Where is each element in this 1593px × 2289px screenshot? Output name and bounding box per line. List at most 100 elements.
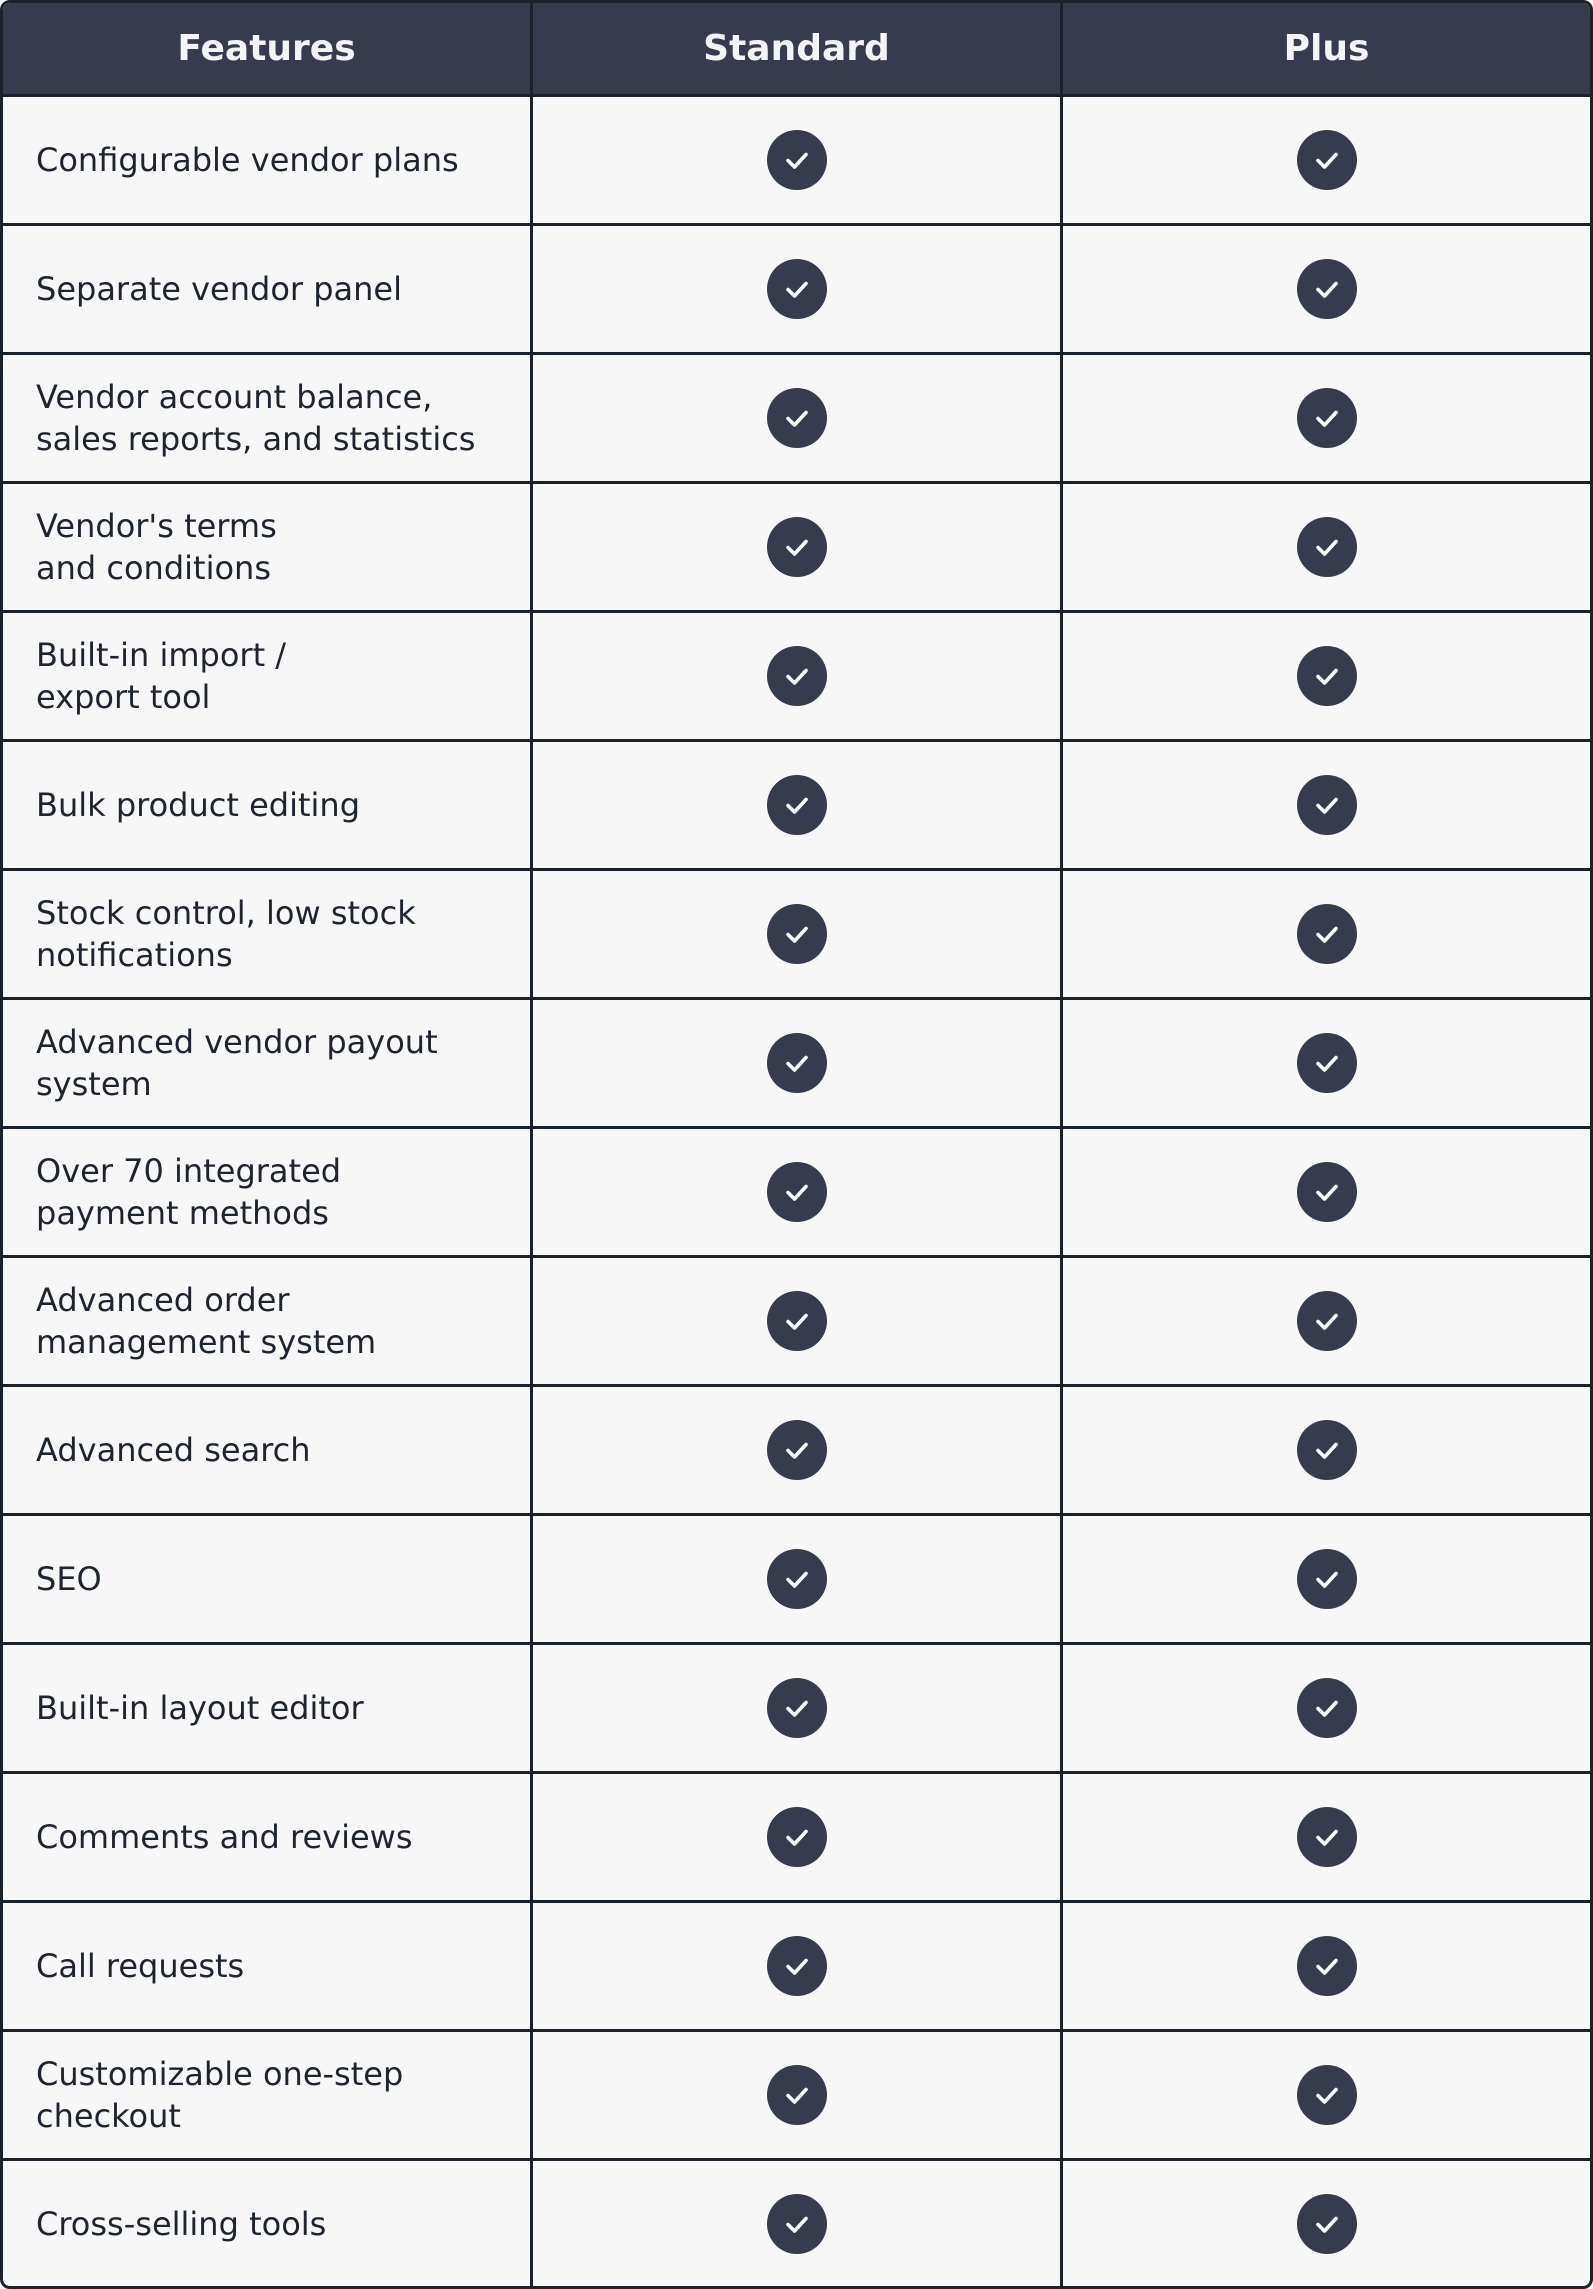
table-row: Built-in layout editor — [3, 1645, 1590, 1774]
table-row: Built-in import / export tool — [3, 613, 1590, 742]
check-circle-icon — [766, 1033, 827, 1093]
check-circle-icon — [1296, 1420, 1357, 1480]
feature-cell: Built-in layout editor — [3, 1645, 533, 1771]
check-circle-icon — [766, 1807, 827, 1867]
check-circle-icon — [766, 2065, 827, 2125]
standard-cell — [533, 1774, 1063, 1900]
header-features: Features — [3, 3, 533, 94]
plus-cell — [1063, 613, 1590, 739]
feature-cell: Over 70 integrated payment methods — [3, 1129, 533, 1255]
plus-cell — [1063, 1774, 1590, 1900]
check-circle-icon — [1296, 1033, 1357, 1093]
plus-cell — [1063, 871, 1590, 997]
plus-cell — [1063, 1129, 1590, 1255]
standard-cell — [533, 1516, 1063, 1642]
feature-label: Advanced search — [36, 1431, 311, 1469]
check-circle-icon — [1296, 1807, 1357, 1867]
check-circle-icon — [1296, 2065, 1357, 2125]
plus-cell — [1063, 484, 1590, 610]
standard-cell — [533, 355, 1063, 481]
table-row: Advanced order management system — [3, 1258, 1590, 1387]
check-circle-icon — [766, 388, 827, 448]
feature-cell: Vendor's terms and conditions — [3, 484, 533, 610]
table-row: Vendor's terms and conditions — [3, 484, 1590, 613]
table-row: Vendor account balance, sales reports, a… — [3, 355, 1590, 484]
feature-label: Comments and reviews — [36, 1818, 413, 1856]
check-circle-icon — [1296, 388, 1357, 448]
feature-cell: Vendor account balance, sales reports, a… — [3, 355, 533, 481]
table-row: Customizable one-step checkout — [3, 2032, 1590, 2161]
feature-label: Cross-selling tools — [36, 2205, 327, 2243]
check-circle-icon — [1296, 1936, 1357, 1996]
feature-label: Over 70 integrated payment methods — [36, 1152, 342, 1232]
check-circle-icon — [1296, 646, 1357, 706]
standard-cell — [533, 2032, 1063, 2158]
table-body: Configurable vendor plans Separate vendor… — [3, 97, 1590, 2286]
feature-cell: Bulk product editing — [3, 742, 533, 868]
standard-cell — [533, 871, 1063, 997]
header-plus: Plus — [1283, 28, 1370, 69]
check-circle-icon — [766, 517, 827, 577]
table-row: Separate vendor panel — [3, 226, 1590, 355]
check-circle-icon — [1296, 1162, 1357, 1222]
feature-label: Stock control, low stock notifications — [36, 894, 416, 974]
standard-cell — [533, 226, 1063, 352]
table-row: SEO — [3, 1516, 1590, 1645]
plus-cell — [1063, 355, 1590, 481]
feature-label: Built-in import / export tool — [36, 636, 287, 716]
check-circle-icon — [1296, 775, 1357, 835]
plus-cell — [1063, 1258, 1590, 1384]
feature-label: Bulk product editing — [36, 786, 360, 824]
check-circle-icon — [766, 130, 827, 190]
standard-cell — [533, 1258, 1063, 1384]
check-circle-icon — [1296, 2194, 1357, 2254]
check-circle-icon — [1296, 259, 1357, 319]
standard-cell — [533, 1903, 1063, 2029]
plus-cell — [1063, 1000, 1590, 1126]
plus-cell — [1063, 1645, 1590, 1771]
standard-cell — [533, 484, 1063, 610]
check-circle-icon — [766, 646, 827, 706]
plus-cell — [1063, 1516, 1590, 1642]
check-circle-icon — [766, 1678, 827, 1738]
check-circle-icon — [766, 2194, 827, 2254]
plus-cell — [1063, 2032, 1590, 2158]
check-circle-icon — [1296, 130, 1357, 190]
standard-cell — [533, 613, 1063, 739]
feature-cell: Customizable one-step checkout — [3, 2032, 533, 2158]
check-circle-icon — [1296, 1678, 1357, 1738]
table-row: Call requests — [3, 1903, 1590, 2032]
feature-comparison-table: Features Standard Plus Configurable vend… — [0, 0, 1593, 2289]
feature-cell: Advanced search — [3, 1387, 533, 1513]
feature-label: Customizable one-step checkout — [36, 2055, 404, 2135]
standard-cell — [533, 1645, 1063, 1771]
plus-cell — [1063, 1387, 1590, 1513]
feature-label: Vendor's terms and conditions — [36, 507, 277, 587]
feature-cell: Advanced order management system — [3, 1258, 533, 1384]
plus-cell — [1063, 742, 1590, 868]
header-standard: Standard — [533, 3, 1063, 94]
feature-cell: SEO — [3, 1516, 533, 1642]
standard-cell — [533, 1387, 1063, 1513]
table-row: Configurable vendor plans — [3, 97, 1590, 226]
standard-cell — [533, 1129, 1063, 1255]
table-row: Comments and reviews — [3, 1774, 1590, 1903]
feature-label: Built-in layout editor — [36, 1689, 364, 1727]
feature-label: Separate vendor panel — [36, 270, 402, 308]
feature-label: Advanced vendor payout system — [36, 1023, 438, 1103]
feature-cell: Comments and reviews — [3, 1774, 533, 1900]
feature-label: Call requests — [36, 1947, 245, 1985]
feature-label: SEO — [36, 1560, 102, 1598]
check-circle-icon — [766, 904, 827, 964]
table-row: Advanced vendor payout system — [3, 1000, 1590, 1129]
plus-cell — [1063, 1903, 1590, 2029]
feature-label: Configurable vendor plans — [36, 141, 459, 179]
table-row: Over 70 integrated payment methods — [3, 1129, 1590, 1258]
standard-cell — [533, 97, 1063, 223]
table-row: Cross-selling tools — [3, 2161, 1590, 2286]
check-circle-icon — [766, 259, 827, 319]
plus-cell — [1063, 97, 1590, 223]
check-circle-icon — [1296, 1291, 1357, 1351]
standard-cell — [533, 2161, 1063, 2286]
check-circle-icon — [1296, 904, 1357, 964]
